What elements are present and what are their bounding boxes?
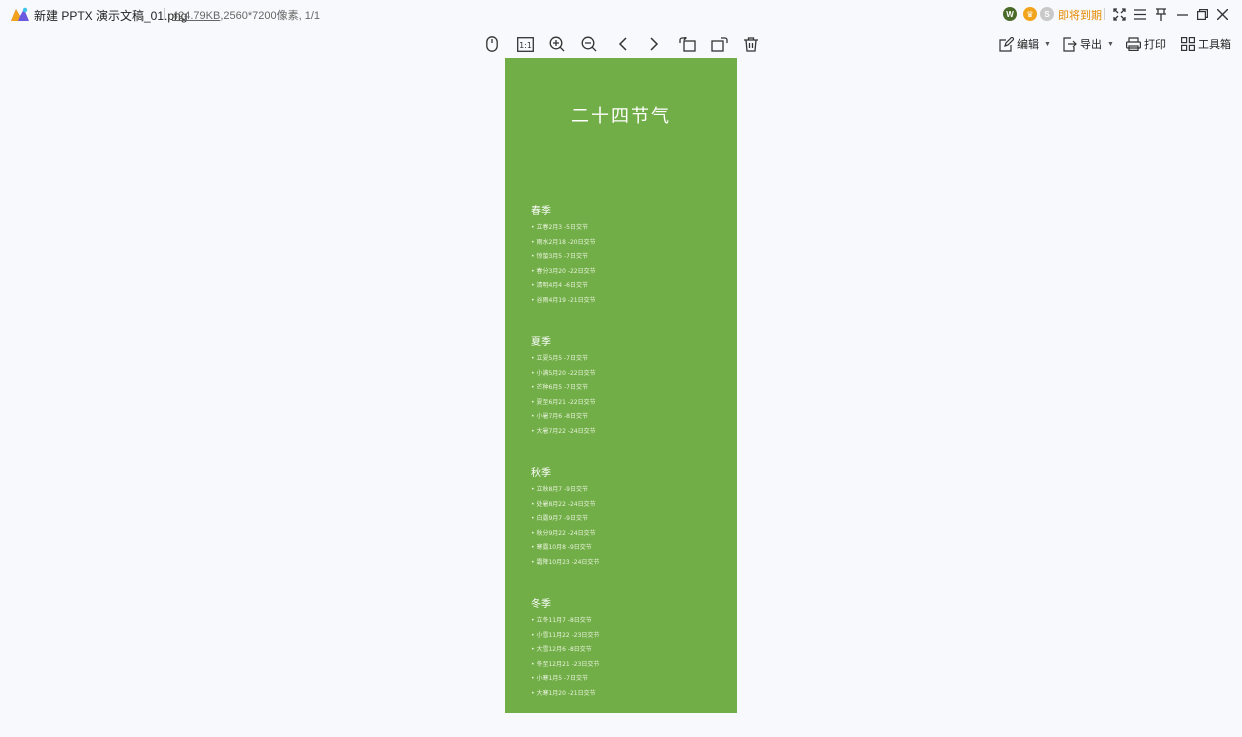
next-button[interactable] bbox=[643, 33, 665, 55]
rotate-left-button[interactable] bbox=[676, 33, 698, 55]
term-item: • 秋分9月22 -24日交节 bbox=[531, 529, 596, 537]
term-item: • 小暑7月6 -8日交节 bbox=[531, 413, 588, 421]
season-heading-summer: 夏季 bbox=[531, 337, 551, 348]
svg-text:1:1: 1:1 bbox=[519, 41, 532, 50]
crown-icon: ♛ bbox=[1023, 7, 1037, 21]
export-icon bbox=[1063, 36, 1077, 52]
image-title: 二十四节气 bbox=[571, 106, 671, 127]
term-item: • 立夏5月5 -7日交节 bbox=[531, 355, 588, 362]
title-divider bbox=[164, 8, 165, 20]
image-canvas[interactable]: 二十四节气 春季 • 立春2月3 -5日交节 • 雨水2月18 -20日交节 •… bbox=[505, 58, 737, 713]
close-icon bbox=[1216, 8, 1228, 20]
term-item: • 大雪12月6 -8日交节 bbox=[531, 646, 592, 654]
zoom-out-icon bbox=[581, 36, 597, 52]
actual-size-button[interactable]: 1:1 bbox=[514, 33, 536, 55]
delete-button[interactable] bbox=[740, 33, 762, 55]
term-item: • 雨水2月18 -20日交节 bbox=[531, 238, 596, 246]
coin-icon: S bbox=[1040, 7, 1054, 21]
term-item: • 夏至6月21 -22日交节 bbox=[531, 398, 596, 406]
file-size[interactable]: 424.79KB bbox=[172, 10, 220, 22]
title-divider-2 bbox=[1104, 8, 1105, 20]
term-item: • 大暑7月22 -24日交节 bbox=[531, 428, 596, 435]
print-label: 打印 bbox=[1144, 39, 1166, 51]
restore-button[interactable] bbox=[1192, 4, 1212, 24]
grid-icon bbox=[1181, 37, 1195, 51]
term-item: • 小寒1月5 -7日交节 bbox=[531, 675, 588, 683]
term-item: • 白露9月7 -9日交节 bbox=[531, 515, 588, 523]
rotate-right-icon bbox=[710, 36, 728, 52]
season-heading-spring: 春季 bbox=[531, 206, 551, 217]
term-item: • 惊蛰3月5 -7日交节 bbox=[531, 253, 588, 261]
printer-icon bbox=[1126, 37, 1141, 51]
chevron-down-icon: ▼ bbox=[1107, 40, 1114, 48]
pin-button[interactable] bbox=[1151, 4, 1171, 24]
toolbox-label: 工具箱 bbox=[1198, 39, 1231, 51]
edit-label: 编辑 bbox=[1017, 39, 1039, 51]
toolbox-button[interactable]: 工具箱 bbox=[1181, 34, 1231, 54]
minimize-button[interactable] bbox=[1172, 4, 1192, 24]
rotate-right-button[interactable] bbox=[708, 33, 730, 55]
avatar-icon: W bbox=[1003, 7, 1017, 21]
term-item: • 冬至12月21 -23日交节 bbox=[531, 660, 600, 668]
trash-icon bbox=[744, 36, 758, 52]
term-item: • 清明4月4 -6日交节 bbox=[531, 282, 588, 290]
zoom-in-icon bbox=[549, 36, 565, 52]
app-logo-icon bbox=[11, 7, 29, 21]
actual-size-icon: 1:1 bbox=[516, 36, 534, 52]
term-item: • 寒露10月8 -9日交节 bbox=[531, 544, 592, 552]
term-item: • 立秋8月7 -9日交节 bbox=[531, 486, 588, 493]
minimize-icon bbox=[1176, 13, 1188, 16]
export-menu[interactable]: 导出 ▼ bbox=[1062, 34, 1114, 54]
rotate-left-icon bbox=[678, 36, 696, 52]
term-item: • 谷雨4月19 -21日交节 bbox=[531, 297, 596, 304]
edit-icon bbox=[999, 36, 1014, 52]
season-heading-autumn: 秋季 bbox=[531, 468, 551, 479]
edit-menu[interactable]: 编辑 ▼ bbox=[999, 34, 1051, 54]
pin-icon bbox=[1156, 7, 1166, 21]
image-dimensions: ,2560*7200像素 bbox=[220, 10, 299, 22]
term-item: • 立春2月3 -5日交节 bbox=[531, 224, 588, 231]
chevron-down-icon: ▼ bbox=[1044, 40, 1051, 48]
chevron-right-icon bbox=[649, 37, 658, 51]
term-item: • 处暑8月22 -24日交节 bbox=[531, 500, 596, 508]
menu-icon bbox=[1134, 8, 1146, 20]
membership-expire-link[interactable]: 即将到期 bbox=[1058, 7, 1102, 23]
mouse-mode-button[interactable] bbox=[481, 33, 503, 55]
close-button[interactable] bbox=[1212, 4, 1232, 24]
export-label: 导出 bbox=[1080, 39, 1102, 51]
menu-button[interactable] bbox=[1130, 4, 1150, 24]
page-index: , 1/1 bbox=[298, 10, 321, 22]
file-info: 424.79KB,2560*7200像素, 1/1 bbox=[172, 7, 320, 23]
restore-icon bbox=[1196, 8, 1208, 20]
previous-button[interactable] bbox=[611, 33, 633, 55]
mouse-icon bbox=[486, 36, 498, 52]
term-item: • 春分3月20 -22日交节 bbox=[531, 267, 596, 275]
zoom-in-button[interactable] bbox=[546, 33, 568, 55]
term-item: • 大寒1月20 -21日交节 bbox=[531, 690, 596, 697]
term-item: • 霜降10月23 -24日交节 bbox=[531, 559, 600, 566]
user-avatar[interactable]: W bbox=[1003, 5, 1017, 23]
term-item: • 小满5月20 -22日交节 bbox=[531, 369, 596, 377]
term-item: • 芒种6月5 -7日交节 bbox=[531, 384, 588, 392]
fullscreen-button[interactable] bbox=[1109, 4, 1129, 24]
season-heading-winter: 冬季 bbox=[531, 599, 551, 610]
chevron-left-icon bbox=[618, 37, 627, 51]
zoom-out-button[interactable] bbox=[578, 33, 600, 55]
term-item: • 小雪11月22 -23日交节 bbox=[531, 631, 600, 639]
term-item: • 立冬11月7 -8日交节 bbox=[531, 617, 592, 624]
title-bar: 新建 PPTX 演示文稿_01.png 424.79KB,2560*7200像素… bbox=[0, 0, 1242, 28]
vip-badge[interactable]: ♛ bbox=[1023, 5, 1037, 23]
fullscreen-icon bbox=[1112, 7, 1126, 21]
print-button[interactable]: 打印 bbox=[1126, 34, 1166, 54]
coin-badge[interactable]: S bbox=[1040, 5, 1054, 23]
